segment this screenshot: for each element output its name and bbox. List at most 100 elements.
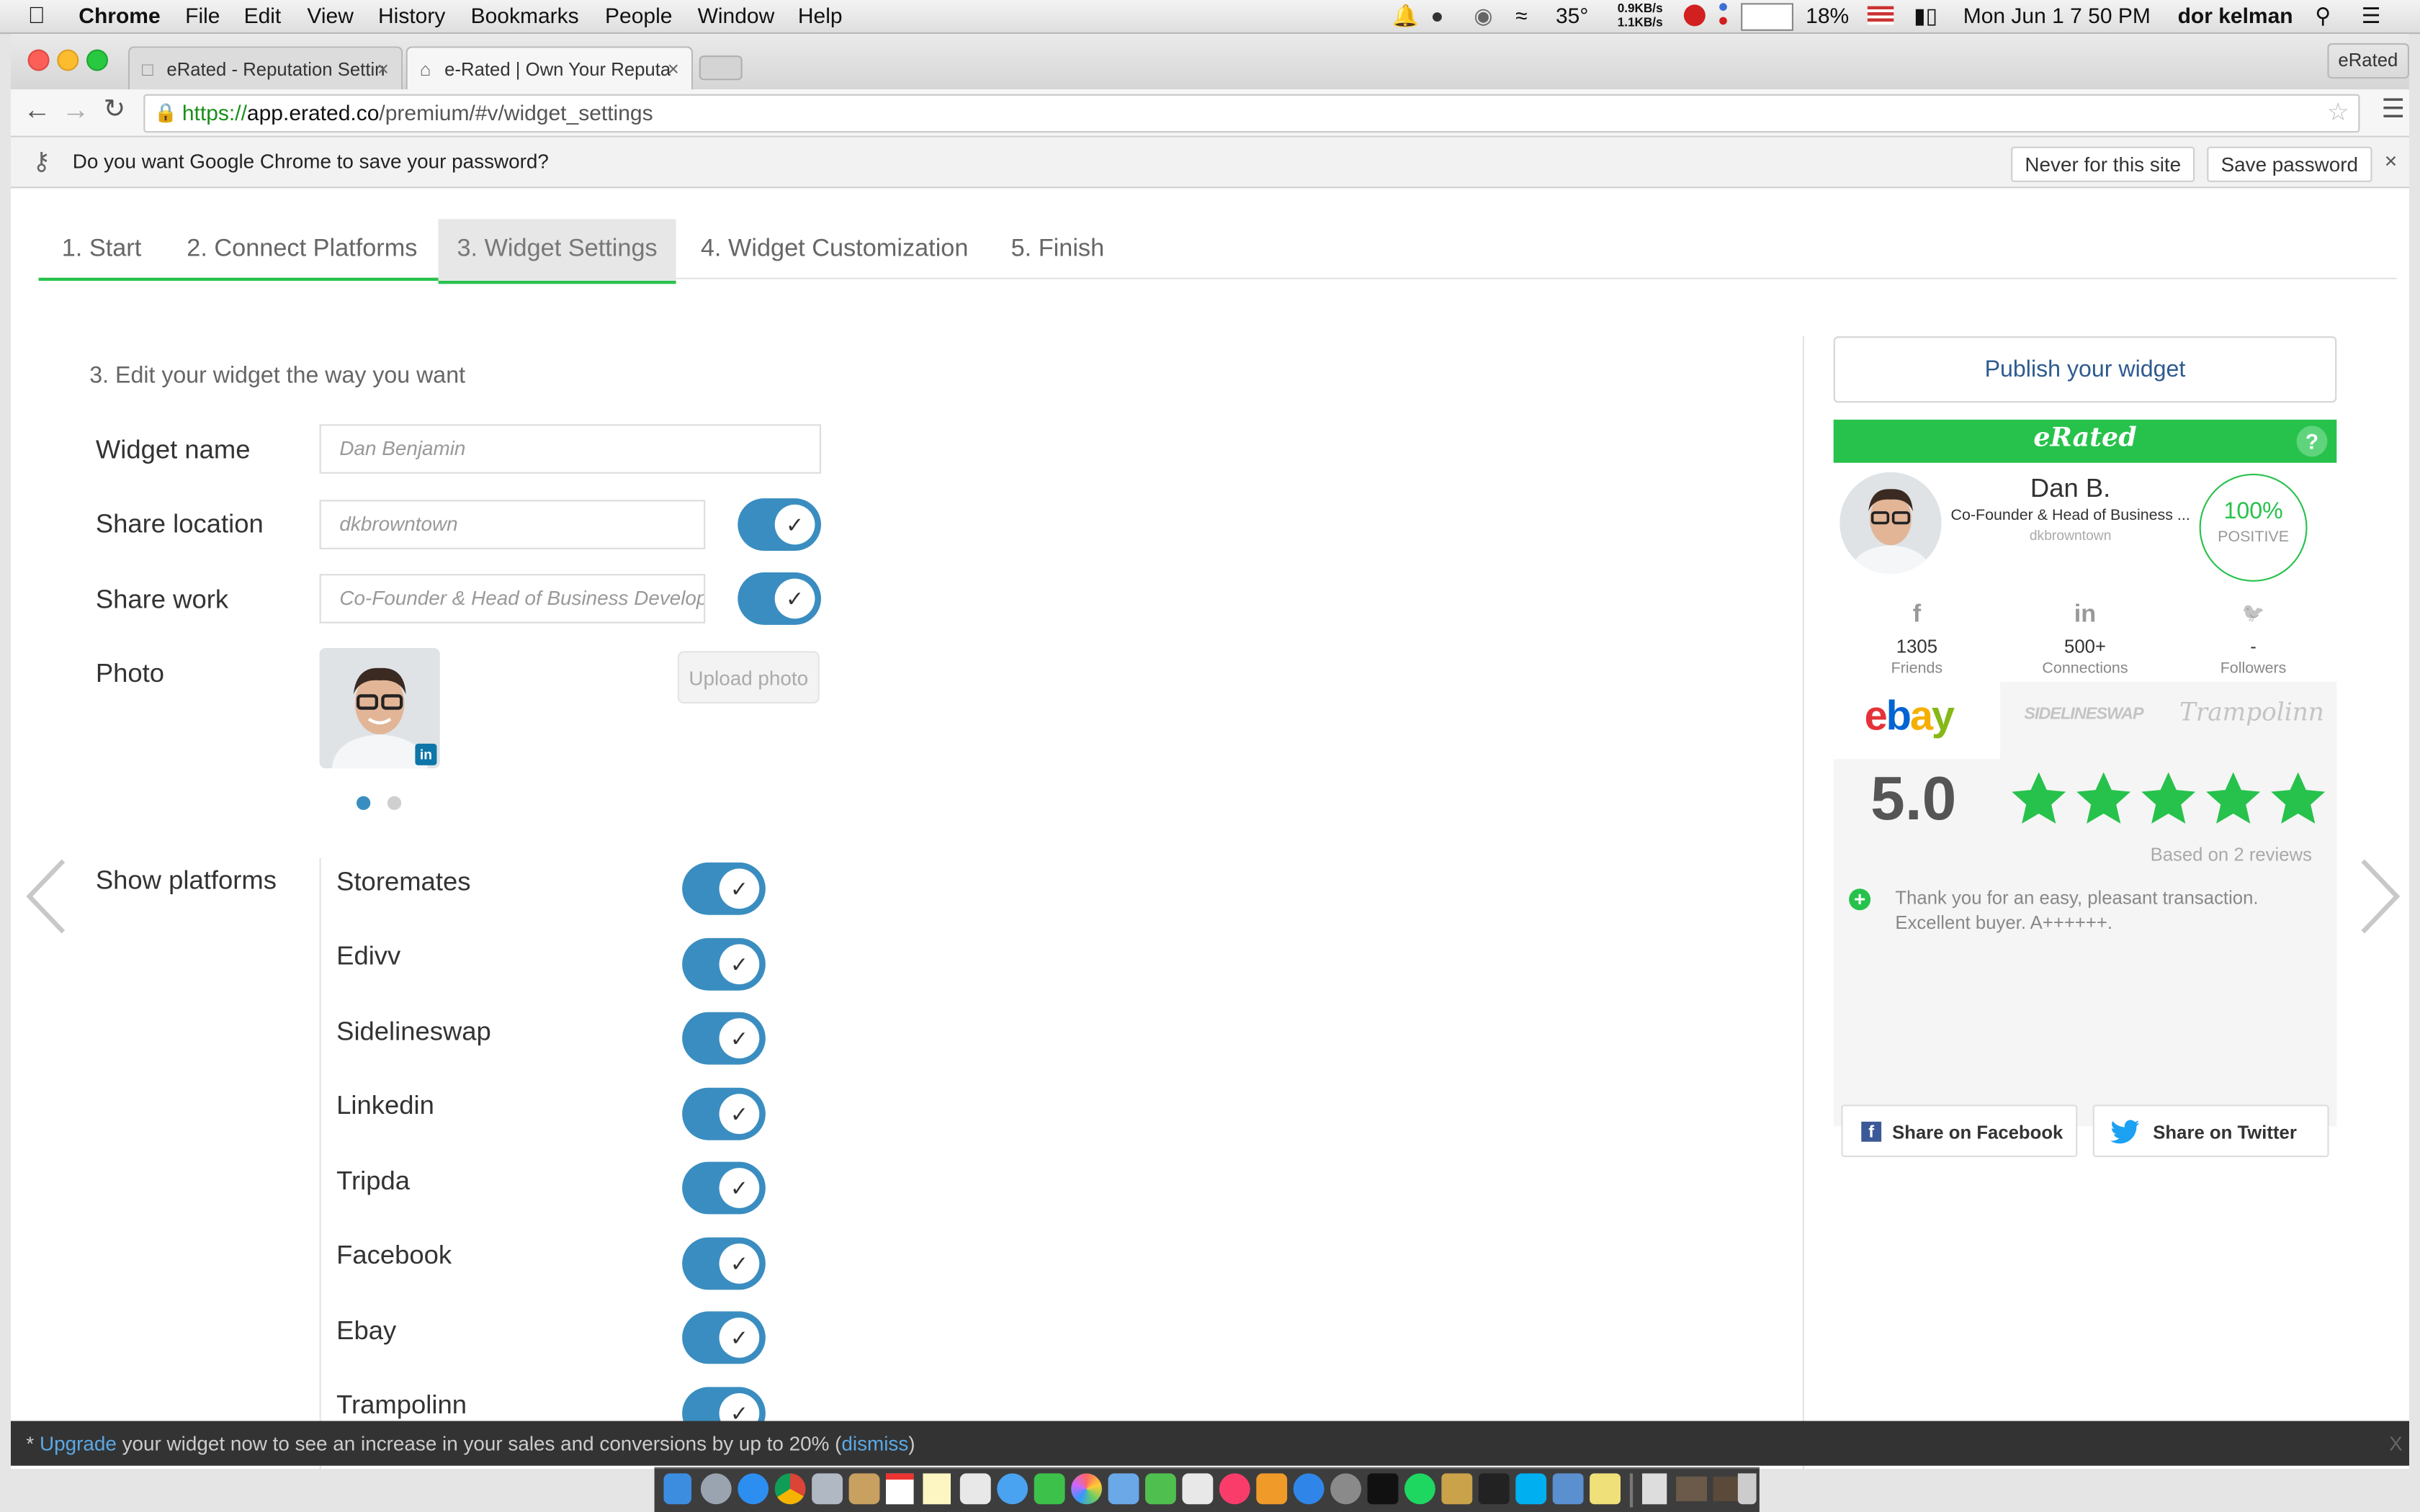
menu-history[interactable]: History xyxy=(378,3,445,27)
bookmark-star-icon[interactable]: ☆ xyxy=(2327,96,2349,131)
forward-icon[interactable]: → xyxy=(62,94,90,127)
sidelineswap-logo[interactable]: SIDELINESWAP xyxy=(2000,705,2166,724)
drive-icon[interactable]: ◉ xyxy=(1474,3,1492,29)
close-window-button[interactable] xyxy=(27,49,50,71)
step-connect-platforms[interactable]: 2. Connect Platforms xyxy=(187,219,417,281)
numbers-icon[interactable] xyxy=(1145,1473,1176,1505)
platform-toggle-ebay[interactable]: ✓ xyxy=(682,1311,766,1364)
ibooks-icon[interactable] xyxy=(1256,1473,1288,1505)
skype-icon[interactable] xyxy=(1515,1473,1547,1505)
share-twitter-button[interactable]: Share on Twitter xyxy=(2092,1104,2329,1158)
share-location-toggle[interactable]: ✓ xyxy=(738,498,821,551)
chrome-menu-icon[interactable]: ☰ xyxy=(2381,94,2405,125)
notification-center-icon[interactable]: ☰ xyxy=(2362,3,2381,29)
app-store-icon[interactable] xyxy=(1293,1473,1325,1505)
mail-icon[interactable] xyxy=(812,1473,843,1505)
step-widget-settings[interactable]: 3. Widget Settings xyxy=(438,219,676,284)
close-tab-icon[interactable]: × xyxy=(377,48,389,89)
spotify-icon[interactable] xyxy=(1404,1473,1435,1505)
maximize-window-button[interactable] xyxy=(86,49,108,71)
wifi-icon[interactable]: ≈ xyxy=(1515,3,1527,27)
finder-icon[interactable] xyxy=(663,1473,691,1505)
close-tab-icon[interactable]: × xyxy=(668,48,679,89)
reload-icon[interactable]: ↻ xyxy=(104,94,126,125)
activity-monitor-icon[interactable] xyxy=(1478,1473,1510,1505)
ebay-logo-tile[interactable]: ebay xyxy=(1833,682,2001,760)
step-finish[interactable]: 5. Finish xyxy=(1011,219,1105,281)
save-password-button[interactable]: Save password xyxy=(2207,146,2372,182)
help-icon[interactable]: ? xyxy=(2296,426,2328,457)
flag-us-icon[interactable] xyxy=(1867,6,1894,25)
minimize-window-button[interactable] xyxy=(57,49,79,71)
evernote-icon[interactable]: ● xyxy=(1430,3,1443,27)
profile-button[interactable]: eRated xyxy=(2327,43,2409,79)
battery-icon[interactable]: ▮▯ xyxy=(1914,3,1937,29)
menu-help[interactable]: Help xyxy=(798,3,843,27)
apple-icon[interactable]:  xyxy=(28,3,45,29)
trampolinn-logo[interactable]: Trampolinn xyxy=(2167,698,2337,727)
share-work-toggle[interactable]: ✓ xyxy=(738,572,821,625)
document-icon[interactable] xyxy=(1642,1473,1667,1505)
platform-toggle-tripda[interactable]: ✓ xyxy=(682,1161,766,1215)
keynote-icon[interactable] xyxy=(1108,1473,1139,1505)
trash-icon[interactable] xyxy=(1737,1473,1757,1505)
menu-edit[interactable]: Edit xyxy=(244,3,282,27)
platform-toggle-storemates[interactable]: ✓ xyxy=(682,862,766,915)
menu-app-name[interactable]: Chrome xyxy=(79,3,160,27)
calendar-icon[interactable] xyxy=(886,1473,914,1505)
back-icon[interactable]: ← xyxy=(23,94,51,127)
close-infobar-icon[interactable]: × xyxy=(2385,148,2398,173)
menu-people[interactable]: People xyxy=(605,3,672,27)
preview-icon[interactable] xyxy=(1182,1473,1214,1505)
share-facebook-button[interactable]: f Share on Facebook xyxy=(1841,1104,2078,1158)
photos-icon[interactable] xyxy=(1071,1473,1102,1505)
safari-icon[interactable] xyxy=(738,1473,769,1505)
launchpad-icon[interactable] xyxy=(700,1473,732,1505)
new-tab-button[interactable] xyxy=(699,55,743,81)
menu-window[interactable]: Window xyxy=(698,3,775,27)
publish-widget-button[interactable]: Publish your widget xyxy=(1833,336,2337,403)
platform-toggle-sidelineswap[interactable]: ✓ xyxy=(682,1012,766,1065)
upload-photo-button[interactable]: Upload photo xyxy=(677,651,820,704)
spotlight-search-icon[interactable]: ⚲ xyxy=(2315,3,2331,29)
menu-view[interactable]: View xyxy=(307,3,353,27)
folder-icon[interactable] xyxy=(1676,1476,1707,1501)
step-start[interactable]: 1. Start xyxy=(62,219,142,281)
dismiss-link[interactable]: dismiss xyxy=(841,1432,908,1455)
never-save-password-button[interactable]: Never for this site xyxy=(2011,146,2195,182)
upgrade-link[interactable]: Upgrade xyxy=(40,1432,117,1455)
cpu-graph-icon[interactable] xyxy=(1741,3,1793,31)
itunes-icon[interactable] xyxy=(1219,1473,1250,1505)
notes-icon[interactable] xyxy=(923,1473,951,1505)
platform-toggle-facebook[interactable]: ✓ xyxy=(682,1237,766,1290)
photo-dot-2[interactable] xyxy=(387,796,402,810)
menu-file[interactable]: File xyxy=(185,3,220,27)
address-bar[interactable]: 🔒 https://app.erated.co/premium/#v/widge… xyxy=(143,94,2360,133)
stickies-icon[interactable] xyxy=(1590,1473,1621,1505)
clock[interactable]: Mon Jun 1 7 50 PM xyxy=(1963,3,2151,27)
record-icon[interactable] xyxy=(1683,4,1706,27)
user-name[interactable]: dor kelman xyxy=(2178,3,2293,27)
contacts-icon[interactable] xyxy=(848,1473,880,1505)
sublime-icon[interactable] xyxy=(1441,1473,1473,1505)
reminders-icon[interactable] xyxy=(959,1473,991,1505)
share-work-input[interactable]: Co-Founder & Head of Business Develop xyxy=(319,574,706,624)
notification-bell-icon[interactable]: 🔔 xyxy=(1392,3,1419,29)
share-location-input[interactable]: dkbrowntown xyxy=(319,500,706,549)
messages-icon[interactable] xyxy=(997,1473,1028,1505)
step-widget-customization[interactable]: 4. Widget Customization xyxy=(701,219,969,281)
chrome-icon[interactable] xyxy=(774,1473,806,1505)
screen-sharing-icon[interactable] xyxy=(1552,1473,1584,1505)
widget-name-input[interactable]: Dan Benjamin xyxy=(319,424,821,474)
menu-bookmarks[interactable]: Bookmarks xyxy=(471,3,579,27)
platform-toggle-edivv[interactable]: ✓ xyxy=(682,937,766,991)
terminal-icon[interactable] xyxy=(1367,1473,1399,1505)
next-arrow-icon[interactable] xyxy=(2357,855,2403,938)
browser-tab-1[interactable]: □ eRated - Reputation Settin × xyxy=(127,46,403,90)
platform-toggle-linkedin[interactable]: ✓ xyxy=(682,1087,766,1140)
facetime-icon[interactable] xyxy=(1034,1473,1065,1505)
close-banner-icon[interactable]: X xyxy=(2389,1421,2403,1466)
system-preferences-icon[interactable] xyxy=(1330,1473,1361,1505)
photo-dot-1[interactable] xyxy=(356,796,371,810)
previous-arrow-icon[interactable] xyxy=(23,855,69,938)
